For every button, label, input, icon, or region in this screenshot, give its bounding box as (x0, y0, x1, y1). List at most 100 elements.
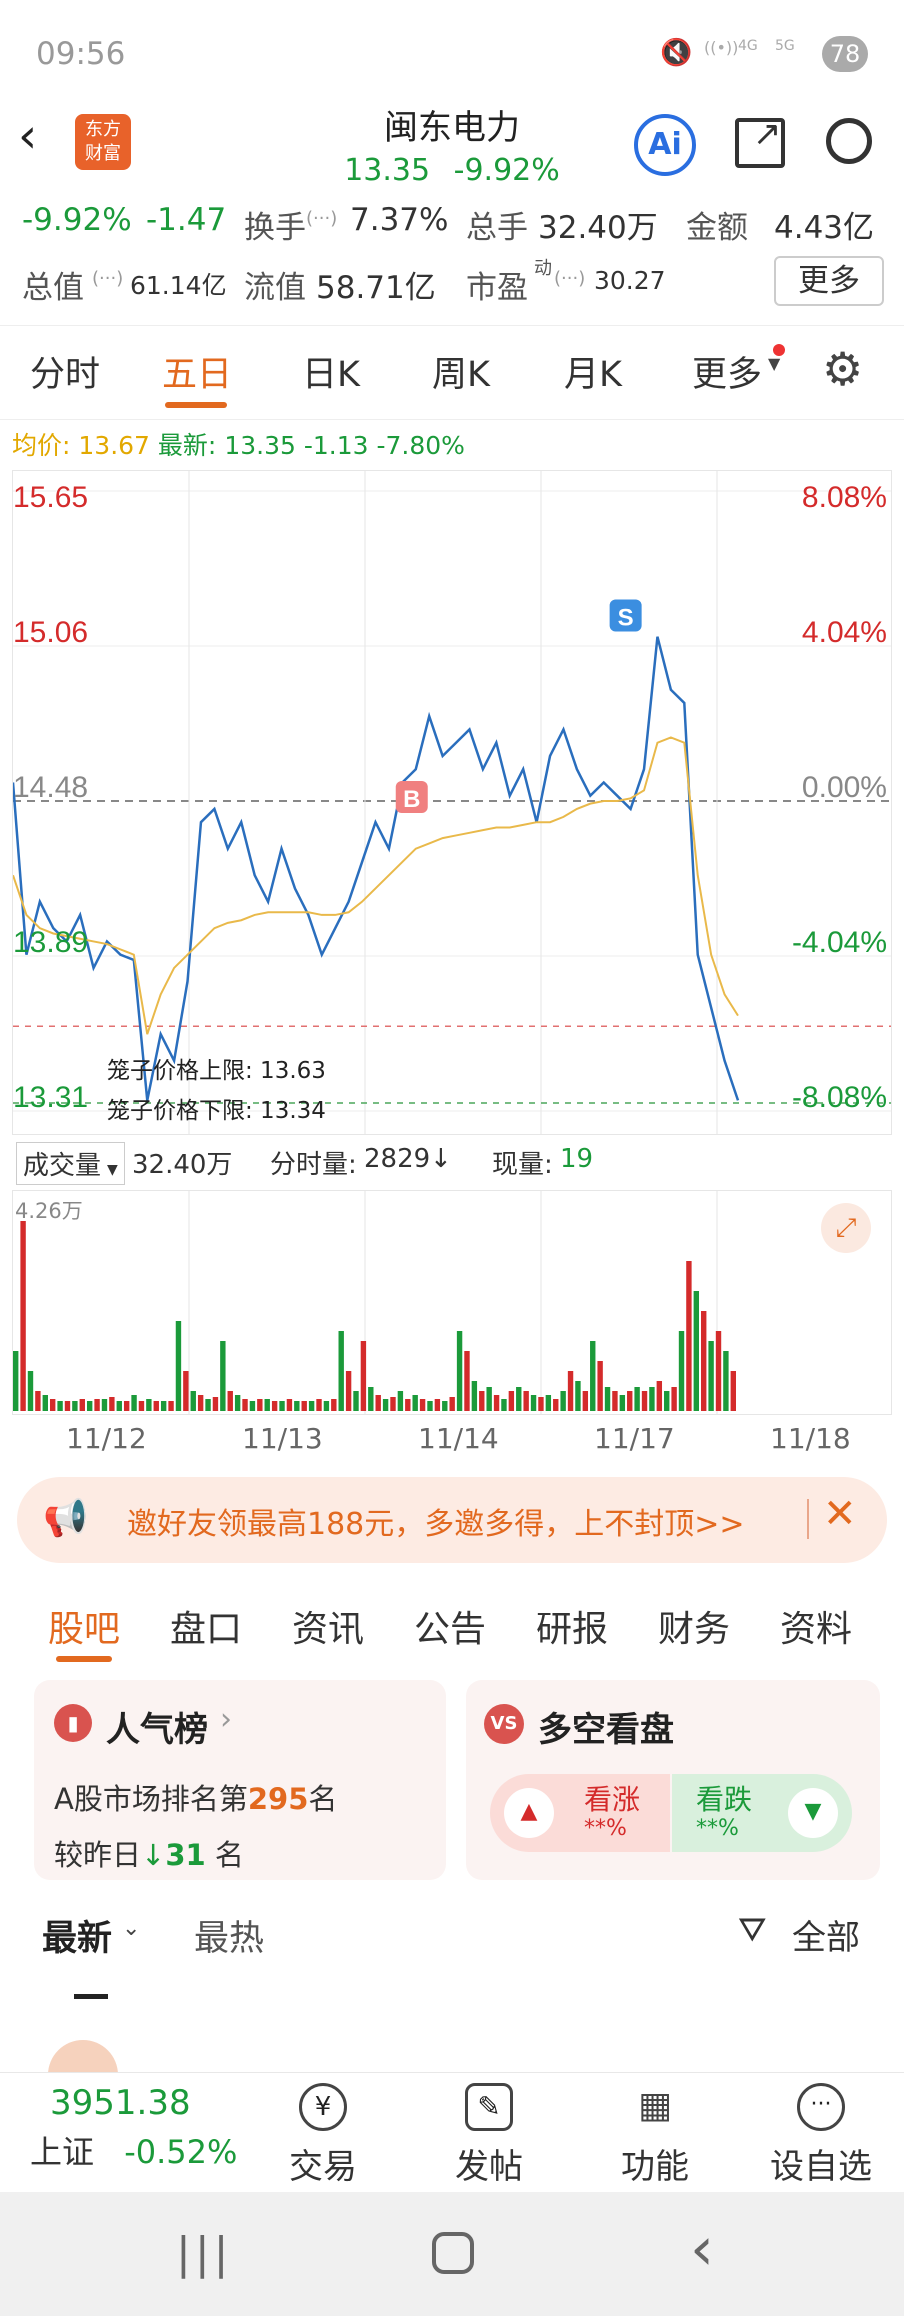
tab-hot[interactable]: 最热 (194, 1910, 264, 1961)
rank-line: A股市场排名第295名 (54, 1776, 337, 1818)
x-label-5: 11/18 (770, 1422, 851, 1455)
feed-tabs: 最新 ⌄ 最热 ⛛ 全部 (0, 1910, 904, 2000)
volume-bar (116, 1401, 122, 1411)
price-chart[interactable]: 15.65 15.06 14.48 13.89 13.31 8.08% 4.04% 0.00%… (11, 470, 892, 1135)
tick-vol-value: 2829 (364, 1144, 431, 1174)
volume-bar (183, 1371, 189, 1411)
volume-selector-label: 成交量 (23, 1151, 102, 1181)
tab-latest[interactable]: 最新 (42, 1910, 112, 1961)
x-label-2: 11/13 (242, 1422, 323, 1455)
volume-bar (153, 1401, 159, 1411)
back-nav-icon[interactable]: ‹ (690, 2214, 714, 2284)
tab-announcements[interactable]: 公告 (414, 1600, 486, 1652)
volume-bar (464, 1351, 470, 1411)
functions-button[interactable]: ▦ 功能 (590, 2083, 720, 2188)
volume-bar (146, 1399, 152, 1411)
volume-bar (360, 1341, 367, 1411)
sentiment-card[interactable]: VS 多空看盘 ▲ 看涨 **% 看跌 **% ▼ (466, 1680, 880, 1880)
back-icon[interactable]: ‹ (18, 108, 37, 164)
float-mv-label: 流值 (244, 270, 306, 306)
filter-icon[interactable]: ⛛ (738, 1910, 767, 1950)
volume-bar (708, 1341, 714, 1411)
volume-chart-svg (13, 1191, 736, 1414)
tab-daily-k[interactable]: 日K (302, 346, 360, 397)
volume-total: 32.40万 (132, 1150, 233, 1180)
tab-weekly-k[interactable]: 周K (432, 346, 490, 397)
tab-monthly-k[interactable]: 月K (564, 346, 622, 397)
post-button[interactable]: ✎ 发帖 (424, 2083, 554, 2188)
volume-bar (42, 1395, 48, 1411)
volume-bar (412, 1395, 418, 1411)
share-icon[interactable]: ↗ (735, 114, 785, 168)
volume-bar (471, 1381, 478, 1411)
volume-bar (331, 1399, 337, 1411)
tab-guba[interactable]: 股吧 (48, 1600, 120, 1652)
add-watchlist-label: 设自选 (770, 2147, 872, 2187)
volume-bar (641, 1391, 648, 1411)
pe-label: 市盈 (466, 270, 528, 306)
volume-bar (590, 1341, 596, 1411)
volume-bar (493, 1395, 500, 1411)
volume-bar (345, 1371, 352, 1411)
last-pct: -7.80% (376, 431, 465, 460)
volume-bar (479, 1391, 485, 1411)
volume-bar (375, 1395, 381, 1411)
volume-selector[interactable]: 成交量 ▼ (16, 1142, 125, 1185)
right-axis-label: 0.00% (802, 771, 887, 804)
rank-suffix: 名 (308, 1782, 338, 1816)
settings-gear-icon[interactable]: ⚙ (822, 342, 863, 396)
tab-five-day[interactable]: 五日 (162, 346, 232, 397)
volume-bar (649, 1387, 655, 1411)
tab-research[interactable]: 研报 (536, 1600, 608, 1652)
bullish-button[interactable]: ▲ 看涨 **% (490, 1774, 670, 1852)
volume-bar (405, 1399, 411, 1411)
quote-change-pct: -9.92% (22, 202, 132, 238)
header-price: 13.35 (344, 153, 431, 188)
ai-button[interactable]: Ai (634, 114, 696, 176)
add-watchlist-button[interactable]: ··· 设自选 (756, 2083, 886, 2188)
pe-sup: 动 (534, 258, 552, 279)
expand-icon[interactable]: ⤢ (821, 1203, 871, 1253)
search-icon[interactable] (826, 118, 872, 164)
close-icon[interactable]: ✕ (823, 1491, 857, 1537)
info-dots-icon[interactable]: (···) (554, 268, 585, 289)
tab-finance[interactable]: 财务 (658, 1600, 730, 1652)
volume-bar (20, 1221, 26, 1411)
more-button[interactable]: 更多 (774, 256, 884, 306)
filter-all[interactable]: 全部 (792, 1910, 860, 1959)
promo-banner[interactable]: 📢 邀好友领最高188元，多邀多得，上不封顶>> ✕ (17, 1477, 887, 1563)
turnover-value: 7.37% (350, 202, 449, 238)
trade-button[interactable]: ¥ 交易 (258, 2083, 388, 2188)
volume-bar (249, 1401, 256, 1411)
info-dots-icon[interactable]: (···) (92, 268, 123, 289)
down-triangle-icon: ▼ (788, 1788, 838, 1838)
popularity-card[interactable]: ▮ 人气榜 › A股市场排名第295名 较昨日↓31 名 (34, 1680, 446, 1880)
tab-more[interactable]: 更多 (692, 346, 762, 397)
volume-bar (338, 1331, 344, 1411)
tab-intraday[interactable]: 分时 (30, 346, 100, 397)
volume-bar (686, 1261, 692, 1411)
home-icon[interactable] (432, 2232, 474, 2274)
recent-apps-icon[interactable]: ||| (176, 2228, 232, 2279)
tab-profile[interactable]: 资料 (780, 1600, 852, 1652)
index-widget[interactable]: 3951.38 上证 -0.52% (30, 2083, 250, 2173)
tab-pankou[interactable]: 盘口 (170, 1600, 242, 1652)
lower-limit-label: 笼子价格下限: 13.34 (107, 1098, 326, 1124)
volume-bar (501, 1399, 507, 1411)
volume-chart[interactable]: 4.26万 ⤢ (12, 1190, 892, 1415)
volume-bar (168, 1401, 174, 1411)
notification-dot (773, 344, 785, 356)
bearish-button[interactable]: 看跌 **% ▼ (672, 1774, 852, 1852)
info-dots-icon[interactable]: (···) (306, 208, 337, 229)
x-label-4: 11/17 (594, 1422, 675, 1455)
dropdown-icon: ▼ (107, 1162, 118, 1178)
bullish-value: **% (584, 1816, 627, 1841)
volume-bar (212, 1397, 219, 1411)
volume-bar (715, 1331, 722, 1411)
tab-news[interactable]: 资讯 (292, 1600, 364, 1652)
volume-bar (294, 1401, 300, 1411)
share-arrow-icon: ↗ (753, 114, 782, 154)
upper-limit-label: 笼子价格上限: 13.63 (107, 1058, 326, 1084)
section-tabs: 股吧 盘口 资讯 公告 研报 财务 资料 (0, 1590, 904, 1670)
volume-bar (508, 1391, 515, 1411)
